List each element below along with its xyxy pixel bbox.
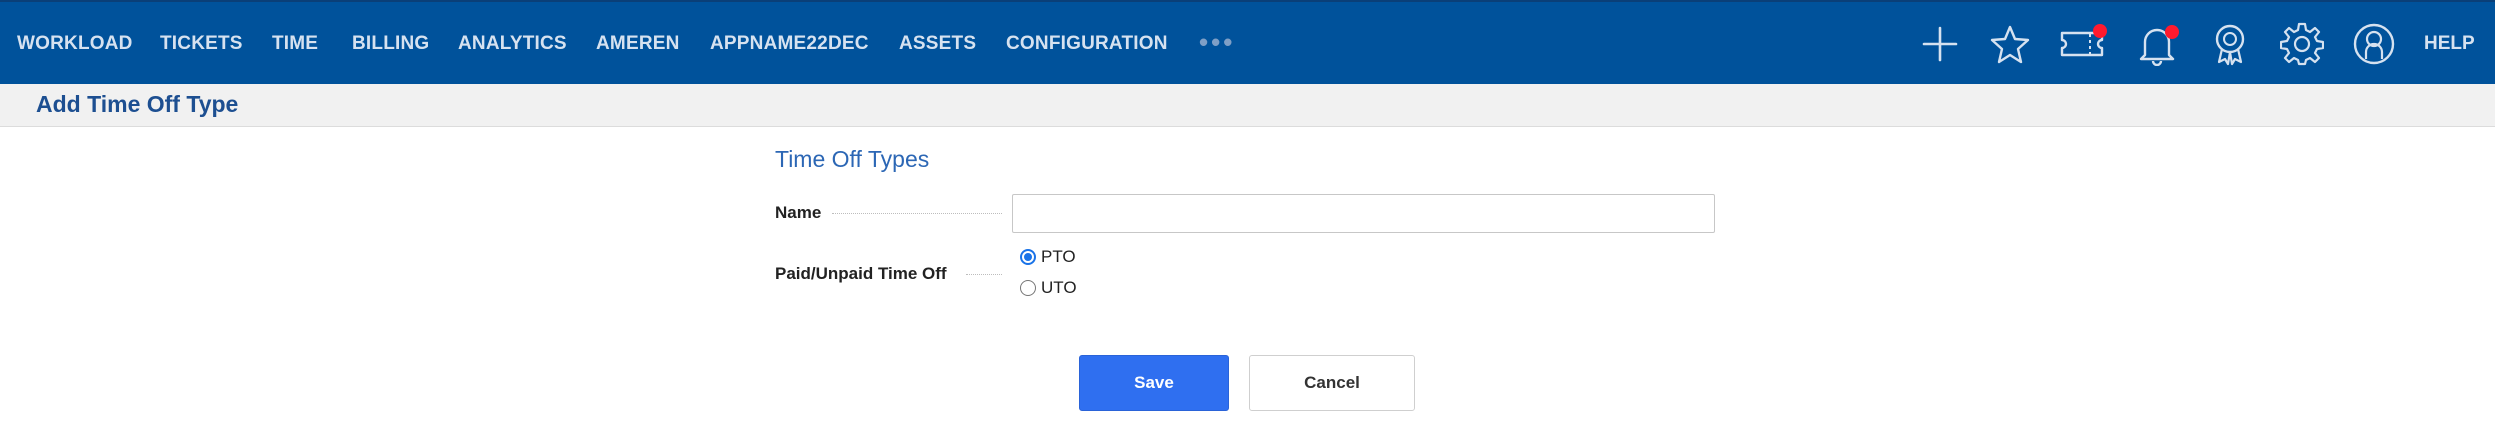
nav-assets[interactable]: ASSETS [899, 2, 976, 86]
save-button[interactable]: Save [1079, 355, 1229, 411]
tickets-button[interactable] [2060, 22, 2107, 66]
settings-button[interactable] [2280, 22, 2324, 66]
paid-unpaid-leader-line [966, 274, 1002, 275]
nav-tickets[interactable]: TICKETS [160, 2, 243, 86]
radio-uto-label: UTO [1041, 278, 1077, 297]
notifications-button[interactable] [2135, 22, 2179, 66]
radio-pto-button[interactable] [1020, 249, 1036, 265]
radio-pto[interactable]: PTO [1020, 245, 1076, 269]
radio-uto-button[interactable] [1020, 280, 1036, 296]
page-header: Add Time Off Type [0, 84, 2495, 127]
favorites-button[interactable] [1988, 22, 2032, 66]
radio-uto[interactable]: UTO [1020, 276, 1077, 300]
section-title: Time Off Types [775, 146, 930, 172]
page-title: Add Time Off Type [36, 91, 239, 117]
paid-unpaid-label: Paid/Unpaid Time Off [775, 264, 947, 283]
nav-billing[interactable]: BILLING [352, 2, 429, 86]
nav-ameren[interactable]: AMEREN [596, 2, 680, 86]
radio-pto-label: PTO [1041, 247, 1076, 266]
plus-icon [1922, 26, 1958, 62]
help-link[interactable]: HELP [2424, 2, 2475, 86]
nav-time[interactable]: TIME [272, 2, 318, 86]
nav-configuration[interactable]: CONFIGURATION [1006, 2, 1168, 86]
nav-appname22dec[interactable]: APPNAME22DEC [710, 2, 869, 86]
user-icon [2353, 23, 2395, 65]
nav-more-button[interactable]: ••• [1199, 2, 1235, 86]
star-icon [1990, 25, 2030, 64]
tickets-badge [2093, 24, 2107, 38]
notifications-badge [2165, 25, 2179, 39]
name-label: Name [775, 203, 822, 222]
award-icon [2215, 24, 2245, 66]
add-button[interactable] [1918, 22, 1962, 66]
cancel-button[interactable]: Cancel [1249, 355, 1415, 411]
top-navigation-bar: WORKLOAD TICKETS TIME BILLING ANALYTICS … [0, 0, 2495, 84]
name-input[interactable] [1012, 194, 1715, 233]
profile-button[interactable] [2352, 22, 2396, 66]
nav-workload[interactable]: WORKLOAD [17, 2, 133, 86]
gear-icon [2280, 22, 2324, 66]
name-leader-line [832, 213, 1002, 214]
achievements-button[interactable] [2208, 22, 2252, 66]
nav-analytics[interactable]: ANALYTICS [458, 2, 567, 86]
